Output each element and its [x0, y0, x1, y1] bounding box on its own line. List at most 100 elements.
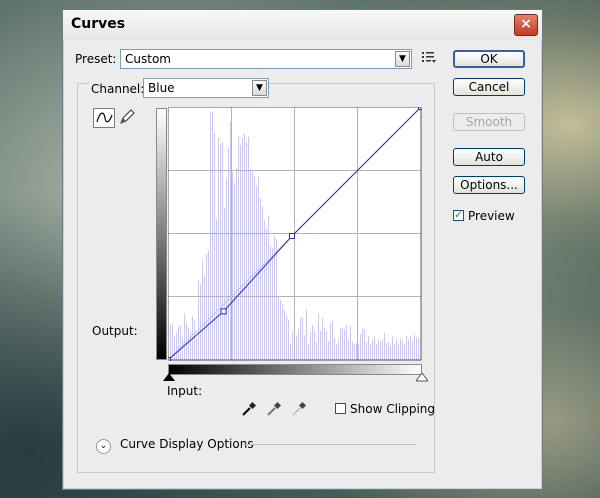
histogram-bar — [292, 331, 293, 360]
preview-checkbox[interactable]: ✓ — [453, 208, 464, 221]
histogram-bar — [340, 327, 341, 360]
histogram-bar — [288, 320, 289, 360]
black-eyedropper-icon[interactable] — [241, 401, 257, 417]
histogram-bar — [262, 206, 263, 360]
histogram-bar — [226, 178, 227, 360]
histogram-bar — [246, 142, 247, 360]
histogram-bar — [176, 332, 177, 360]
histogram-bar — [312, 324, 313, 360]
curve-tool-icon — [96, 112, 113, 123]
separator-line — [243, 444, 416, 445]
channel-select[interactable]: Blue ▼ — [143, 78, 269, 98]
gray-eyedropper-icon[interactable] — [266, 401, 282, 417]
histogram-bar — [174, 336, 175, 360]
histogram-bar — [318, 313, 319, 360]
histogram-bar — [268, 215, 269, 360]
histogram-bar — [198, 280, 199, 360]
histogram-bar — [236, 167, 237, 360]
histogram-bar — [376, 343, 377, 360]
histogram-bar — [396, 339, 397, 360]
histogram-bar — [284, 310, 285, 360]
output-gradient-bar — [156, 108, 167, 360]
show-clipping-label: Show Clipping — [350, 402, 436, 416]
input-label: Input: — [167, 384, 203, 398]
histogram-bar — [346, 324, 347, 360]
histogram-bar — [202, 261, 203, 360]
title-bar[interactable]: Curves × — [63, 10, 542, 40]
histogram-bar — [280, 299, 281, 360]
histogram-bar — [350, 326, 351, 360]
cancel-button[interactable]: Cancel — [453, 78, 525, 96]
chevron-down-icon: ▼ — [395, 51, 410, 67]
histogram-bar — [264, 220, 265, 360]
histogram-bar — [290, 343, 291, 360]
dialog-title: Curves — [71, 16, 126, 32]
white-point-slider[interactable] — [416, 373, 428, 382]
histogram-bar — [182, 337, 183, 360]
histogram-bar — [276, 238, 277, 360]
histogram-bar — [398, 343, 399, 360]
show-clipping-checkbox[interactable] — [335, 403, 346, 414]
histogram-bar — [366, 342, 367, 360]
histogram-bar — [222, 142, 223, 360]
curve-graph[interactable] — [168, 107, 422, 361]
histogram-bar — [224, 207, 225, 360]
curves-dialog: Curves × Preset: Custom ▼ OK Cancel Smoo… — [62, 9, 543, 490]
auto-button[interactable]: Auto — [453, 148, 525, 166]
histogram-bar — [316, 342, 317, 360]
histogram-bar — [348, 339, 349, 360]
histogram-bar — [310, 332, 311, 360]
histogram-bar — [270, 246, 271, 360]
close-button[interactable]: × — [514, 14, 538, 36]
preset-value: Custom — [125, 52, 171, 66]
histogram-bar — [252, 171, 253, 360]
histogram-bar — [360, 334, 361, 360]
histogram-bar — [194, 320, 195, 360]
ok-button[interactable]: OK — [453, 50, 525, 68]
histogram-bar — [370, 344, 371, 360]
histogram-bar — [272, 248, 273, 360]
histogram-bar — [362, 328, 363, 360]
curve-control-point[interactable] — [289, 232, 296, 239]
curve-display-options-toggle[interactable]: ⌄ — [96, 439, 111, 454]
histogram-bar — [314, 330, 315, 360]
input-gradient-bar — [168, 364, 422, 375]
curve-tool-button[interactable] — [93, 108, 115, 128]
histogram-bar — [414, 334, 415, 360]
black-point-slider[interactable] — [163, 373, 175, 382]
histogram-bar — [354, 344, 355, 360]
preview-label: Preview — [468, 209, 515, 223]
histogram-bar — [200, 284, 201, 360]
histogram-bar — [406, 335, 407, 360]
histogram-bar — [402, 339, 403, 360]
histogram-bar — [410, 336, 411, 360]
histogram-bar — [392, 336, 393, 360]
histogram-bar — [404, 344, 405, 360]
histogram-bar — [180, 324, 181, 360]
histogram-bar — [330, 322, 331, 360]
histogram-bar — [358, 344, 359, 360]
white-eyedropper-icon[interactable] — [291, 401, 307, 417]
histogram-bar — [208, 250, 209, 360]
pencil-tool-button[interactable] — [117, 108, 139, 128]
histogram-bar — [230, 122, 231, 360]
histogram-bar — [228, 148, 229, 360]
histogram-bar — [368, 335, 369, 360]
preset-select[interactable]: Custom ▼ — [120, 49, 412, 69]
histogram-bar — [326, 331, 327, 360]
histogram-bar — [238, 136, 239, 360]
histogram-bar — [214, 132, 215, 360]
preset-options-menu-icon[interactable] — [422, 51, 436, 63]
histogram-bar — [364, 328, 365, 360]
channel-label: Channel: — [89, 82, 147, 96]
histogram-bar — [412, 341, 413, 360]
options-button[interactable]: Options... — [453, 176, 525, 194]
curve-control-point[interactable] — [220, 308, 227, 315]
checkmark-icon: ✓ — [454, 208, 464, 221]
histogram-bar — [416, 337, 417, 360]
histogram-bar — [322, 318, 323, 360]
histogram-bar — [320, 330, 321, 360]
histogram-bar — [344, 329, 345, 360]
histogram-bar — [298, 329, 299, 360]
histogram-bar — [190, 331, 191, 360]
